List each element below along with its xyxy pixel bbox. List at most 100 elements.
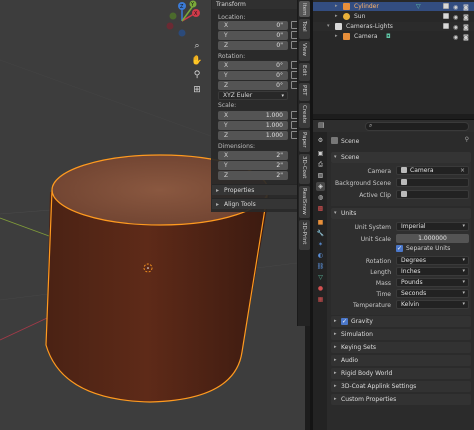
tool-tab-icon[interactable]: ⚙ <box>316 136 325 145</box>
chevron-right-icon: ▸ <box>335 33 338 39</box>
pan-hand-icon[interactable]: ✋ <box>191 55 203 67</box>
location-z-field[interactable]: Z 0" <box>218 41 298 50</box>
dimensions-z-field[interactable]: Z 2" <box>218 171 288 180</box>
simulation-section[interactable]: ▸ Simulation <box>331 329 471 340</box>
time-select[interactable]: Seconds ▾ <box>396 289 469 298</box>
camera-icon[interactable]: ◙ <box>463 23 469 32</box>
chevron-right-icon: ▸ <box>334 331 337 337</box>
align-tools-section[interactable]: ▸ Align Tools <box>212 198 298 209</box>
outliner-row-camera[interactable]: ▸ Camera ◘ ◉ ◙ <box>313 32 474 41</box>
constraints-tab-icon[interactable]: ⛓ <box>316 262 325 271</box>
chevron-right-icon: ▸ <box>216 201 220 208</box>
eye-icon[interactable]: ◉ <box>453 13 458 22</box>
units-section[interactable]: ▾ Units <box>331 208 471 219</box>
scene-section[interactable]: ▾ Scene <box>331 152 471 163</box>
modifier-tab-icon[interactable]: 🔧 <box>316 229 325 238</box>
gravity-checkbox[interactable]: ✓ <box>341 318 348 325</box>
tab-3d-coat[interactable]: 3D-Coat <box>299 154 310 184</box>
location-x-field[interactable]: X 0" <box>218 21 298 30</box>
tab-edit[interactable]: Edit <box>299 63 310 81</box>
scale-y-field[interactable]: Y 1.000 <box>218 121 298 130</box>
custom-properties-section[interactable]: ▸ Custom Properties <box>331 394 471 405</box>
eye-icon[interactable]: ◉ <box>453 23 458 32</box>
properties-section[interactable]: ▸ Properties <box>212 184 298 195</box>
3d-viewport[interactable]: Z X Y ⌕ ✋ ⚲ ⊞ Transform Location: X 0" Y0… <box>0 0 305 430</box>
data-tab-icon[interactable]: ▽ <box>316 273 325 282</box>
tab-tool[interactable]: Tool <box>299 19 310 39</box>
3d-cursor-center <box>147 267 149 269</box>
background-scene-field[interactable] <box>396 178 469 187</box>
exclude-checkbox[interactable] <box>443 3 449 9</box>
navigation-gizmo[interactable]: Z X Y <box>160 0 204 38</box>
exclude-checkbox[interactable] <box>443 13 449 19</box>
camera-field[interactable]: Camera × <box>396 166 469 175</box>
keying-sets-section[interactable]: ▸ Keying Sets <box>331 342 471 353</box>
rigid-body-world-section[interactable]: ▸ Rigid Body World <box>331 368 471 379</box>
outliner-row-collection[interactable]: ▾ Cameras-Lights ◉ ◙ <box>313 22 474 31</box>
render-tab-icon[interactable]: ▣ <box>316 149 325 158</box>
particles-tab-icon[interactable]: ✶ <box>316 240 325 249</box>
unit-scale-field[interactable]: 1.000000 <box>396 234 469 243</box>
texture-tab-icon[interactable]: ▦ <box>316 295 325 304</box>
properties-tabs: ⚙ ▣ ⎙ ▧ ◈ ◍ ▩ ■ 🔧 ✶ ◐ ⛓ ▽ ● ▦ <box>313 132 327 430</box>
rotation-y-field[interactable]: Y 0° <box>218 71 298 80</box>
zoom-icon[interactable]: ⌕ <box>191 40 203 52</box>
location-y-field[interactable]: Y 0" <box>218 31 298 40</box>
tab-view[interactable]: View <box>299 41 310 61</box>
applink-settings-section[interactable]: ▸ 3D-Coat Applink Settings <box>331 381 471 392</box>
temperature-select[interactable]: Kelvin ▾ <box>396 300 469 309</box>
eye-icon[interactable]: ◉ <box>453 3 458 12</box>
unit-system-select[interactable]: Imperial ▾ <box>396 222 469 231</box>
outliner-row-sun[interactable]: ▸ Sun ◉ ◙ <box>313 12 474 21</box>
separate-units-checkbox[interactable]: ✓ <box>396 245 403 252</box>
view-layer-tab-icon[interactable]: ▧ <box>316 171 325 180</box>
scale-x-field[interactable]: X 1.000 <box>218 111 298 120</box>
gizmo-neg-y[interactable] <box>169 12 177 20</box>
rotation-units-select[interactable]: Degrees ▾ <box>396 256 469 265</box>
audio-section[interactable]: ▸ Audio <box>331 355 471 366</box>
rotation-mode-select[interactable]: XYZ Euler ▾ <box>218 91 288 100</box>
rotation-x-field[interactable]: X 0° <box>218 61 298 70</box>
tab-realsnow[interactable]: RealSnow <box>299 186 310 218</box>
tab-create[interactable]: Create <box>299 103 310 128</box>
location-label: Location: <box>218 14 246 21</box>
grid-ortho-icon[interactable]: ⊞ <box>191 84 203 96</box>
tab-paper[interactable]: Paper <box>299 130 310 152</box>
camera-view-icon[interactable]: ⚲ <box>191 69 203 81</box>
material-tab-icon[interactable]: ● <box>316 284 325 293</box>
camera-icon[interactable]: ◙ <box>463 33 469 42</box>
chevron-right-icon: ▸ <box>335 13 338 19</box>
scene-tab-icon[interactable]: ◈ <box>316 182 325 191</box>
gizmo-neg-z[interactable] <box>178 29 186 37</box>
scale-z-field[interactable]: Z 1.000 <box>218 131 298 140</box>
active-clip-field[interactable] <box>396 190 469 199</box>
pin-icon[interactable]: ⚲ <box>465 136 469 143</box>
exclude-checkbox[interactable] <box>443 23 449 29</box>
camera-icon[interactable]: ◙ <box>463 3 469 12</box>
object-tab-icon[interactable]: ■ <box>316 218 325 227</box>
collection-tab-icon[interactable]: ▩ <box>316 204 325 213</box>
eye-icon[interactable]: ◉ <box>453 33 458 42</box>
tab-item[interactable]: Item <box>299 1 310 17</box>
tab-pbt[interactable]: PBT <box>299 83 310 101</box>
collection-icon <box>335 23 342 30</box>
rotation-z-field[interactable]: Z 0° <box>218 81 298 90</box>
outliner-row-cylinder[interactable]: ▸ Cylinder ▽ ◉ ◙ <box>313 2 474 11</box>
separate-units-label: Separate Units <box>406 245 451 252</box>
camera-icon[interactable]: ◙ <box>463 13 469 22</box>
units-section-body: Unit System Imperial ▾ Unit Scale 1.00000… <box>331 219 471 315</box>
tab-3d-print[interactable]: 3D-Print <box>299 220 310 250</box>
transform-header[interactable]: Transform <box>212 0 297 9</box>
clip-icon <box>401 191 407 197</box>
gizmo-neg-x[interactable] <box>166 22 174 30</box>
dimensions-x-field[interactable]: X 2" <box>218 151 288 160</box>
mass-select[interactable]: Pounds ▾ <box>396 278 469 287</box>
length-select[interactable]: Inches ▾ <box>396 267 469 276</box>
editor-type-icon[interactable]: ▤ <box>318 121 325 129</box>
output-tab-icon[interactable]: ⎙ <box>316 160 325 169</box>
physics-tab-icon[interactable]: ◐ <box>316 251 325 260</box>
world-tab-icon[interactable]: ◍ <box>316 193 325 202</box>
gravity-section[interactable]: ▸ ✓ Gravity <box>331 316 471 327</box>
properties-search-input[interactable]: ⌕ <box>365 122 469 131</box>
dimensions-y-field[interactable]: Y 2" <box>218 161 288 170</box>
